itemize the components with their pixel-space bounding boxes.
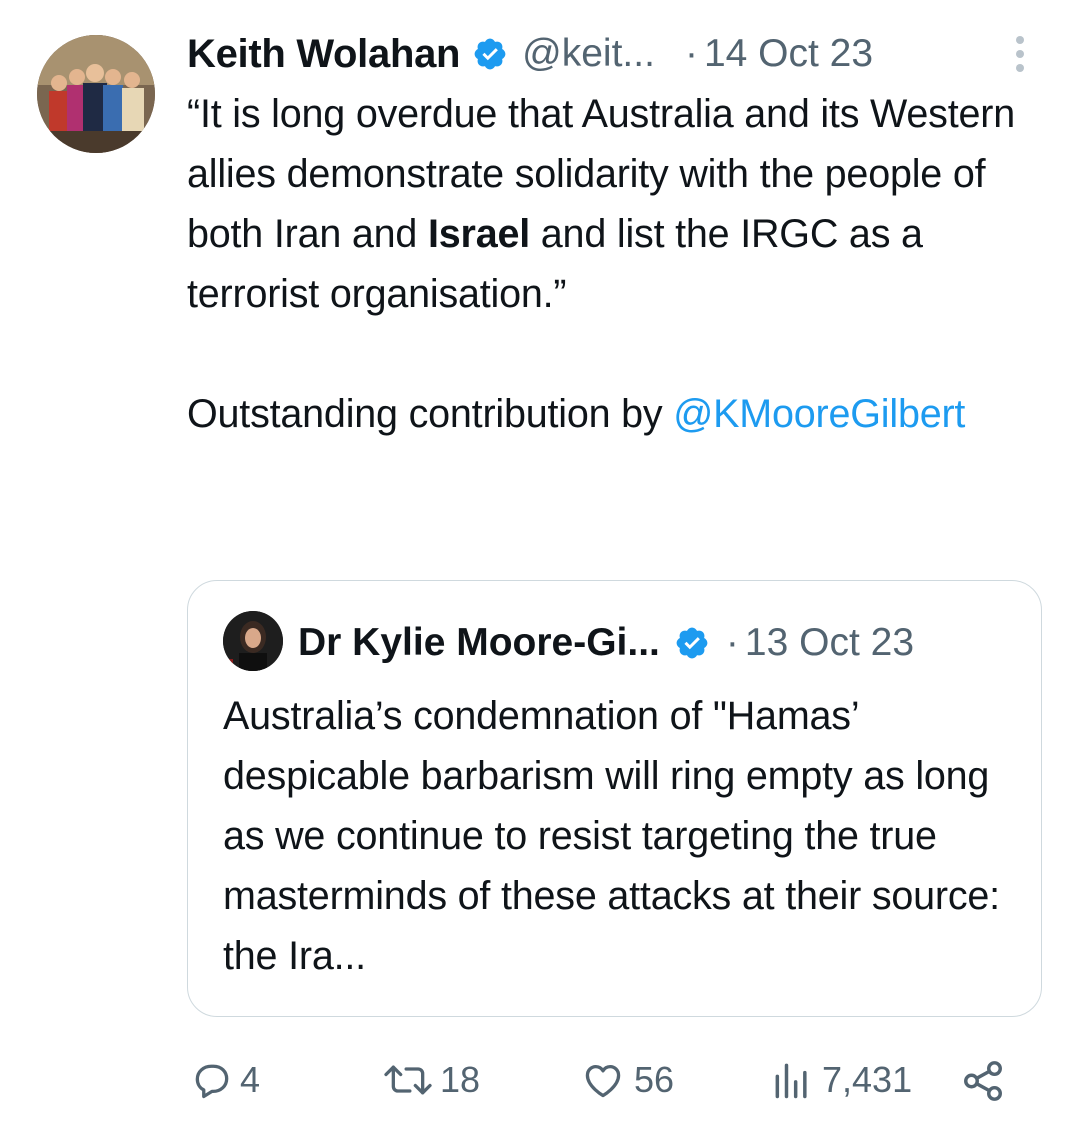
author-avatar-image bbox=[37, 35, 155, 153]
date-separator: · bbox=[684, 32, 698, 75]
repost-button[interactable]: 18 bbox=[380, 1058, 480, 1102]
quoted-date-separator: · bbox=[725, 621, 739, 664]
more-options-icon[interactable] bbox=[1010, 34, 1030, 74]
reply-count: 4 bbox=[240, 1059, 261, 1100]
repost-count: 18 bbox=[440, 1059, 481, 1100]
reply-icon bbox=[195, 1064, 229, 1099]
like-count: 56 bbox=[634, 1059, 675, 1100]
tweet-text-line2: Outstanding contribution by bbox=[187, 392, 674, 436]
tweet-quote-paragraph: “It is long overdue that Australia and i… bbox=[187, 84, 1037, 324]
tweet-text-bold: Israel bbox=[427, 212, 531, 256]
share-icon bbox=[964, 1061, 1002, 1101]
repost-icon bbox=[384, 1065, 432, 1095]
verified-badge-icon bbox=[676, 627, 708, 659]
quoted-tweet-date[interactable]: 13 Oct 23 bbox=[745, 621, 914, 665]
tweet-header: Keith Wolahan @keit... · 14 Oct 23 bbox=[187, 26, 1037, 82]
views-button[interactable]: 7,431 bbox=[770, 1058, 912, 1102]
tweet-date[interactable]: 14 Oct 23 bbox=[704, 32, 873, 76]
author-name[interactable]: Keith Wolahan bbox=[187, 32, 460, 77]
author-avatar[interactable] bbox=[37, 35, 155, 153]
share-button[interactable] bbox=[960, 1058, 1006, 1104]
views-icon bbox=[775, 1063, 807, 1099]
mention-link[interactable]: @KMooreGilbert bbox=[673, 392, 965, 436]
quoted-tweet-card[interactable]: Dr Kylie Moore-Gi... · 13 Oct 23 Austral… bbox=[187, 580, 1042, 1017]
author-handle[interactable]: @keit... bbox=[522, 32, 655, 76]
quoted-author-name[interactable]: Dr Kylie Moore-Gi... bbox=[298, 621, 660, 665]
quoted-tweet-text: Australia’s condemnation of "Hamas’ desp… bbox=[223, 694, 1000, 978]
quoted-author-avatar-image bbox=[223, 611, 283, 671]
verified-badge-icon bbox=[474, 38, 506, 70]
tweet-second-paragraph: Outstanding contribution by @KMooreGilbe… bbox=[187, 384, 1037, 444]
tweet-action-bar: 4 18 56 7,431 bbox=[0, 1052, 1080, 1112]
quoted-tweet-header: Dr Kylie Moore-Gi... · 13 Oct 23 bbox=[298, 615, 914, 671]
tweet-body: “It is long overdue that Australia and i… bbox=[187, 84, 1037, 444]
views-count: 7,431 bbox=[822, 1059, 913, 1100]
like-icon bbox=[585, 1064, 621, 1098]
quoted-author-avatar[interactable] bbox=[223, 611, 283, 671]
like-button[interactable]: 56 bbox=[580, 1058, 674, 1102]
reply-button[interactable]: 4 bbox=[190, 1058, 260, 1102]
